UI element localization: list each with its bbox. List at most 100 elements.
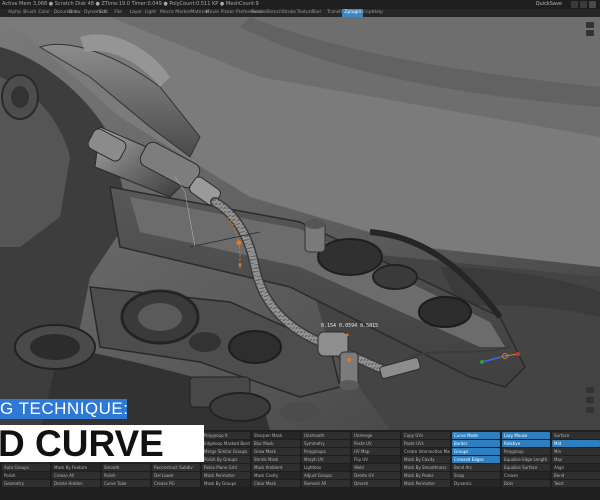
menu-item-zscript[interactable]: Zscript bbox=[358, 9, 374, 17]
menu-item-movie[interactable]: Movie bbox=[206, 9, 219, 17]
palette-button[interactable]: Curve Mode bbox=[452, 432, 500, 439]
menu-item-texture[interactable]: Texture bbox=[297, 9, 313, 17]
menu-item-light[interactable]: Light bbox=[145, 9, 156, 17]
palette-button[interactable]: Mask Cavity bbox=[252, 472, 300, 479]
palette-button[interactable]: Mask Ambient bbox=[252, 464, 300, 471]
palette-button[interactable]: Clear Mask bbox=[252, 480, 300, 487]
title-banner-white: D CURVE bbox=[0, 423, 204, 464]
palette-button[interactable]: Dynamic bbox=[452, 480, 500, 487]
palette-button[interactable]: Delete Hidden bbox=[52, 480, 100, 487]
palette-button[interactable]: Edgeloop Masked Border bbox=[202, 440, 250, 447]
palette-button[interactable]: Crease PG bbox=[152, 480, 200, 487]
move-view-icon[interactable] bbox=[586, 30, 594, 36]
palette-button[interactable]: Mid bbox=[552, 440, 600, 447]
palette-button[interactable]: Polish bbox=[102, 472, 150, 479]
palette-button[interactable]: Curve Tube bbox=[102, 480, 150, 487]
frame-icon[interactable] bbox=[586, 387, 594, 393]
palette-button[interactable]: Smooth bbox=[102, 464, 150, 471]
zoom-icon[interactable] bbox=[586, 22, 594, 28]
minimize-icon[interactable] bbox=[571, 1, 578, 8]
menu-item-edit[interactable]: Edit bbox=[99, 9, 108, 17]
palette-button[interactable]: Symmetry bbox=[302, 440, 350, 447]
3d-viewport[interactable]: 0.154 0.0594 0.5815 bbox=[0, 17, 600, 430]
palette-button[interactable]: Bend Arc bbox=[452, 464, 500, 471]
palette-button[interactable]: Paste UVs bbox=[402, 440, 450, 447]
palette-button[interactable]: Mask By Smoothness bbox=[402, 464, 450, 471]
local-symmetry-icon[interactable] bbox=[586, 397, 594, 403]
palette-button[interactable]: Qmesh bbox=[352, 480, 400, 487]
menu-item-stroke[interactable]: Stroke bbox=[282, 9, 296, 17]
palette-button[interactable]: Copy UVs bbox=[402, 432, 450, 439]
palette-button[interactable]: Flip UV bbox=[352, 456, 400, 463]
palette-button[interactable]: Paste UV bbox=[352, 440, 400, 447]
palette-button[interactable]: Align bbox=[552, 464, 600, 471]
palette-button[interactable]: Mask By Groups bbox=[202, 480, 250, 487]
palette-button[interactable]: Min bbox=[552, 448, 600, 455]
menu-item-tool[interactable]: Tool bbox=[312, 9, 321, 17]
palette-button[interactable]: Blur Mask bbox=[252, 440, 300, 447]
palette-button[interactable]: Max bbox=[552, 456, 600, 463]
menu-item-picker[interactable]: Picker bbox=[221, 9, 234, 17]
menu-item-file[interactable]: File bbox=[114, 9, 122, 17]
menu-item-draw[interactable]: Draw bbox=[69, 9, 81, 17]
palette-button[interactable]: Equalize Surface bbox=[502, 464, 550, 471]
palette-button[interactable]: Mask Perimeter bbox=[202, 472, 250, 479]
palette-button[interactable]: Remesh All bbox=[302, 480, 350, 487]
palette-button[interactable]: Mask By Feature bbox=[52, 464, 100, 471]
palette-button[interactable]: Polygroup It bbox=[202, 432, 250, 439]
menu-item-help[interactable]: Help bbox=[373, 9, 383, 17]
menu-item-color[interactable]: Color bbox=[38, 9, 50, 17]
palette-button[interactable]: Mask By Peaks bbox=[402, 472, 450, 479]
palette-button[interactable]: Unsmooth bbox=[302, 432, 350, 439]
palette-button[interactable]: Mask Perimeter bbox=[402, 480, 450, 487]
menu-item-alpha[interactable]: Alpha bbox=[8, 9, 21, 17]
palette-button[interactable]: Polygroup bbox=[502, 448, 550, 455]
menu-item-marker[interactable]: Marker bbox=[175, 9, 191, 17]
palette-button[interactable]: Delete UV bbox=[352, 472, 400, 479]
sculpt-model-render[interactable] bbox=[0, 17, 600, 430]
palette-button[interactable]: Polygroups bbox=[302, 448, 350, 455]
palette-button[interactable]: Morph UV bbox=[302, 456, 350, 463]
palette-button[interactable]: Lightbox bbox=[302, 464, 350, 471]
title-line-1: G TECHNIQUE: bbox=[0, 399, 129, 418]
palette-button[interactable]: Creased Edges bbox=[452, 456, 500, 463]
palette-button[interactable]: Merge Similar Groups bbox=[202, 448, 250, 455]
palette-button[interactable]: Equalize Edge Length bbox=[502, 456, 550, 463]
perspective-icon[interactable] bbox=[586, 407, 594, 413]
palette-button[interactable]: Groups bbox=[452, 448, 500, 455]
menu-item-render[interactable]: Render bbox=[251, 9, 267, 17]
palette-button[interactable]: Relax Plane Grid bbox=[202, 464, 250, 471]
close-icon[interactable] bbox=[589, 1, 596, 8]
menu-item-macro[interactable]: Macro bbox=[160, 9, 174, 17]
palette-button[interactable]: Lazy Mouse bbox=[502, 432, 550, 439]
palette-button[interactable]: Geometry bbox=[2, 480, 50, 487]
palette-button[interactable]: Border bbox=[452, 440, 500, 447]
palette-button[interactable]: Polish bbox=[2, 472, 50, 479]
menu-item-stencil[interactable]: Stencil bbox=[266, 9, 281, 17]
palette-button[interactable]: UV Map bbox=[352, 448, 400, 455]
palette-button[interactable]: Crease bbox=[502, 472, 550, 479]
palette-button[interactable]: Shrink Mask bbox=[252, 456, 300, 463]
palette-button[interactable]: Grow Mask bbox=[252, 448, 300, 455]
menu-item-layer[interactable]: Layer bbox=[130, 9, 143, 17]
palette-button[interactable]: Relative bbox=[502, 440, 550, 447]
palette-button[interactable]: Twist bbox=[552, 480, 600, 487]
palette-button[interactable]: Adjust Groups bbox=[302, 472, 350, 479]
palette-button[interactable]: Polish By Groups bbox=[202, 456, 250, 463]
maximize-icon[interactable] bbox=[580, 1, 587, 8]
palette-button[interactable]: Weld bbox=[352, 464, 400, 471]
palette-button[interactable]: Reconstruct Subdiv bbox=[152, 464, 200, 471]
quicksave-button[interactable]: QuickSave bbox=[536, 0, 562, 9]
palette-button[interactable]: Del Lower bbox=[152, 472, 200, 479]
palette-button[interactable]: Unmerge bbox=[352, 432, 400, 439]
palette-button[interactable]: Auto Groups bbox=[2, 464, 50, 471]
palette-button[interactable]: Create Intersection Mask bbox=[402, 448, 450, 455]
palette-button[interactable]: Bend bbox=[552, 472, 600, 479]
palette-button[interactable]: Dots bbox=[502, 480, 550, 487]
palette-button[interactable]: Mask By Cavity bbox=[402, 456, 450, 463]
palette-button[interactable]: Crease All bbox=[52, 472, 100, 479]
menu-item-brush[interactable]: Brush bbox=[23, 9, 36, 17]
palette-button[interactable]: Sharpen Mask bbox=[252, 432, 300, 439]
palette-button[interactable]: Snap bbox=[452, 472, 500, 479]
palette-button[interactable]: Surface bbox=[552, 432, 600, 439]
